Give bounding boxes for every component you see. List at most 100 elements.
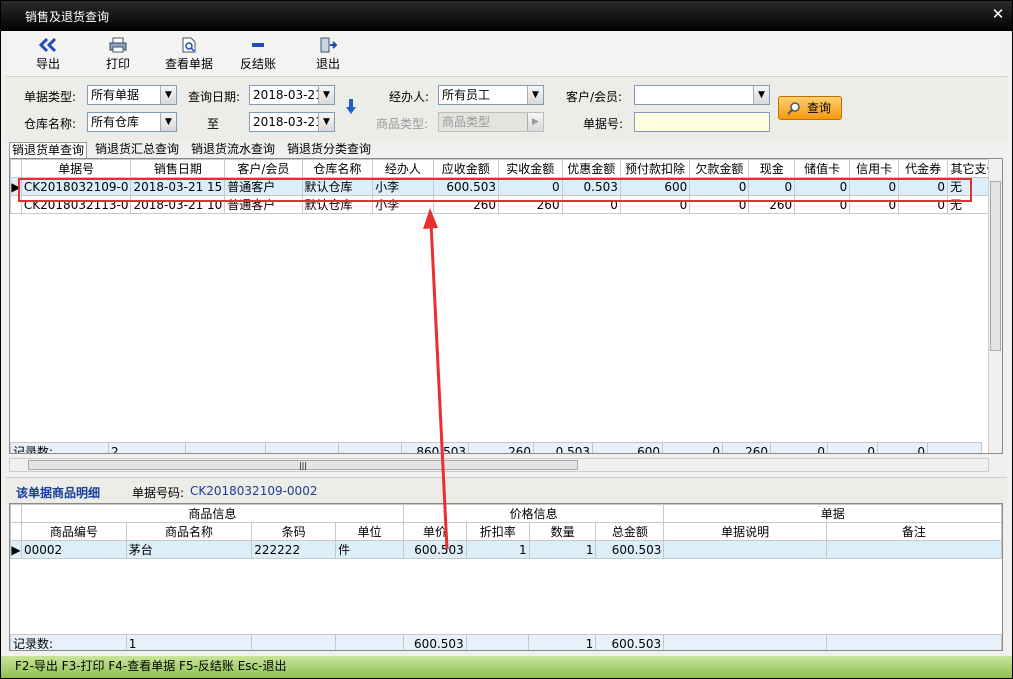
- query-button[interactable]: 查询: [778, 96, 842, 120]
- cell: 0: [794, 195, 851, 214]
- column-header[interactable]: 储值卡: [794, 159, 851, 178]
- doc-no-input[interactable]: [634, 112, 770, 132]
- record-count: 2: [108, 442, 186, 453]
- doc-no-label: 单据号:: [583, 117, 624, 131]
- column-header[interactable]: 预付款扣除: [619, 159, 691, 178]
- chevron-down-icon[interactable]: ▼: [318, 86, 334, 104]
- detail-table: 商品信息 价格信息 单据 商品编号 商品名称 条码 单位 单价 折扣率 数量 总…: [10, 504, 1002, 559]
- chevron-down-icon[interactable]: ▼: [527, 86, 543, 104]
- reverse-settle-button[interactable]: 反结账: [228, 35, 288, 75]
- customer-label: 客户/会员:: [566, 90, 623, 104]
- total-prepaid: 600: [592, 442, 663, 453]
- column-header[interactable]: 单价: [402, 522, 467, 541]
- column-header[interactable]: 销售日期: [130, 159, 226, 178]
- column-header[interactable]: 单据号: [20, 159, 132, 178]
- filter-panel: 单据类型: 所有单据 ▼ 查询日期: 2018-03-21 ▼ 经办人: 所有员…: [6, 77, 1007, 141]
- warehouse-select[interactable]: 所有仓库 ▼: [87, 112, 177, 132]
- tab-flow-query[interactable]: 销退货流水查询: [189, 142, 277, 158]
- arrow-down-icon: [346, 99, 356, 114]
- cell: [825, 634, 1002, 650]
- cell: 件: [335, 540, 404, 559]
- column-header[interactable]: 仓库名称: [301, 159, 374, 178]
- column-header[interactable]: 实收金额: [498, 159, 563, 178]
- chevron-down-icon[interactable]: ▼: [753, 86, 769, 104]
- table-row[interactable]: ▶ CK2018032109-0 2018-03-21 15 普通客户 默认仓库…: [10, 177, 1002, 196]
- tab-category-query[interactable]: 销退货分类查询: [285, 142, 373, 158]
- scroll-thumb[interactable]: |||: [28, 460, 578, 470]
- column-header[interactable]: 数量: [528, 522, 597, 541]
- cell: 茅台: [125, 540, 253, 559]
- column-header[interactable]: 商品名称: [125, 522, 253, 541]
- close-icon[interactable]: ✕: [990, 6, 1006, 22]
- cell: 默认仓库: [301, 177, 374, 196]
- header-row: 商品编号 商品名称 条码 单位 单价 折扣率 数量 总金额 单据说明 备注: [10, 522, 1002, 541]
- chevron-right-icon: ▶: [527, 113, 543, 131]
- column-header[interactable]: 总金额: [595, 522, 665, 541]
- handler-select[interactable]: 所有员工 ▼: [438, 85, 544, 105]
- chevron-down-icon[interactable]: ▼: [318, 113, 334, 131]
- warehouse-label: 仓库名称:: [24, 117, 77, 131]
- column-header[interactable]: 现金: [748, 159, 796, 178]
- total-unit-price: 600.503: [402, 634, 467, 650]
- doc-type-select[interactable]: 所有单据 ▼: [87, 85, 177, 105]
- total-receivable: 860.503: [401, 442, 469, 453]
- group-header-row: 商品信息 价格信息 单据: [10, 504, 1002, 523]
- cell: 2018-03-21 15: [130, 177, 226, 196]
- date-from-picker[interactable]: 2018-03-21 ▼: [249, 85, 335, 105]
- total-credit-card: 0: [827, 442, 878, 453]
- window-title: 销售及退货查询: [25, 10, 110, 24]
- chevron-down-icon[interactable]: ▼: [160, 113, 176, 131]
- column-header[interactable]: 条码: [251, 522, 337, 541]
- tab-order-query[interactable]: 销退货单查询: [9, 142, 88, 158]
- reverse-settle-label: 反结账: [239, 57, 276, 71]
- print-button[interactable]: 打印: [88, 35, 148, 75]
- table-row[interactable]: CK2018032113-0 2018-03-21 10 普通客户 默认仓库 小…: [10, 195, 1002, 214]
- cell: 普通客户: [224, 177, 303, 196]
- date-to-picker[interactable]: 2018-03-21 ▼: [249, 112, 335, 132]
- order-grid: 单据号 销售日期 客户/会员 仓库名称 经办人 应收金额 实收金额 优惠金额 预…: [9, 158, 1003, 454]
- date-to-value: 2018-03-21: [253, 115, 323, 129]
- column-header[interactable]: 单据说明: [663, 522, 827, 541]
- cell: [338, 442, 402, 453]
- view-document-button[interactable]: 查看单据: [158, 35, 220, 75]
- cell: [465, 634, 530, 650]
- title-bar: 销售及退货查询 ✕: [1, 1, 1012, 31]
- cell: 小李: [372, 195, 434, 214]
- footer-row: 记录数: 1 600.503 1 600.503: [10, 634, 1002, 650]
- column-header[interactable]: 经办人: [372, 159, 434, 178]
- exit-button[interactable]: 退出: [298, 35, 358, 75]
- column-header[interactable]: 折扣率: [465, 522, 530, 541]
- customer-select[interactable]: ▼: [634, 85, 770, 105]
- cell: 260: [432, 195, 500, 214]
- toolbar: 导出 打印 查看单据 反结账 退出: [6, 31, 1007, 77]
- exit-door-icon: [320, 37, 338, 53]
- column-header[interactable]: 单位: [335, 522, 404, 541]
- cell: [825, 540, 1002, 559]
- scroll-thumb[interactable]: [990, 181, 1001, 351]
- cell: [663, 634, 827, 650]
- export-button[interactable]: 导出: [18, 35, 78, 75]
- column-header[interactable]: 应收金额: [432, 159, 500, 178]
- tab-summary-query[interactable]: 销退货汇总查询: [93, 142, 181, 158]
- column-header[interactable]: 优惠金额: [561, 159, 621, 178]
- cell: 默认仓库: [301, 195, 374, 214]
- cell: 600.503: [595, 540, 665, 559]
- total-quantity: 1: [528, 634, 597, 650]
- column-header[interactable]: 客户/会员: [224, 159, 303, 178]
- cell: 222222: [251, 540, 337, 559]
- record-count-label: 记录数:: [10, 634, 127, 650]
- table-row[interactable]: ▶ 00002 茅台 222222 件 600.503 1 1 600.503: [10, 540, 1002, 559]
- column-header[interactable]: 代金券: [898, 159, 949, 178]
- detail-title: 该单据商品明细: [16, 486, 101, 500]
- column-header[interactable]: 备注: [825, 522, 1002, 541]
- cell: 0: [689, 195, 750, 214]
- group-header: 商品信息: [20, 504, 404, 523]
- cell: 600: [619, 177, 691, 196]
- total-received: 260: [468, 442, 534, 453]
- vertical-scrollbar[interactable]: [988, 159, 1002, 453]
- column-header[interactable]: 欠款金额: [689, 159, 750, 178]
- horizontal-scrollbar[interactable]: |||: [9, 458, 989, 472]
- column-header[interactable]: 商品编号: [20, 522, 127, 541]
- column-header[interactable]: 信用卡: [849, 159, 900, 178]
- chevron-down-icon[interactable]: ▼: [160, 86, 176, 104]
